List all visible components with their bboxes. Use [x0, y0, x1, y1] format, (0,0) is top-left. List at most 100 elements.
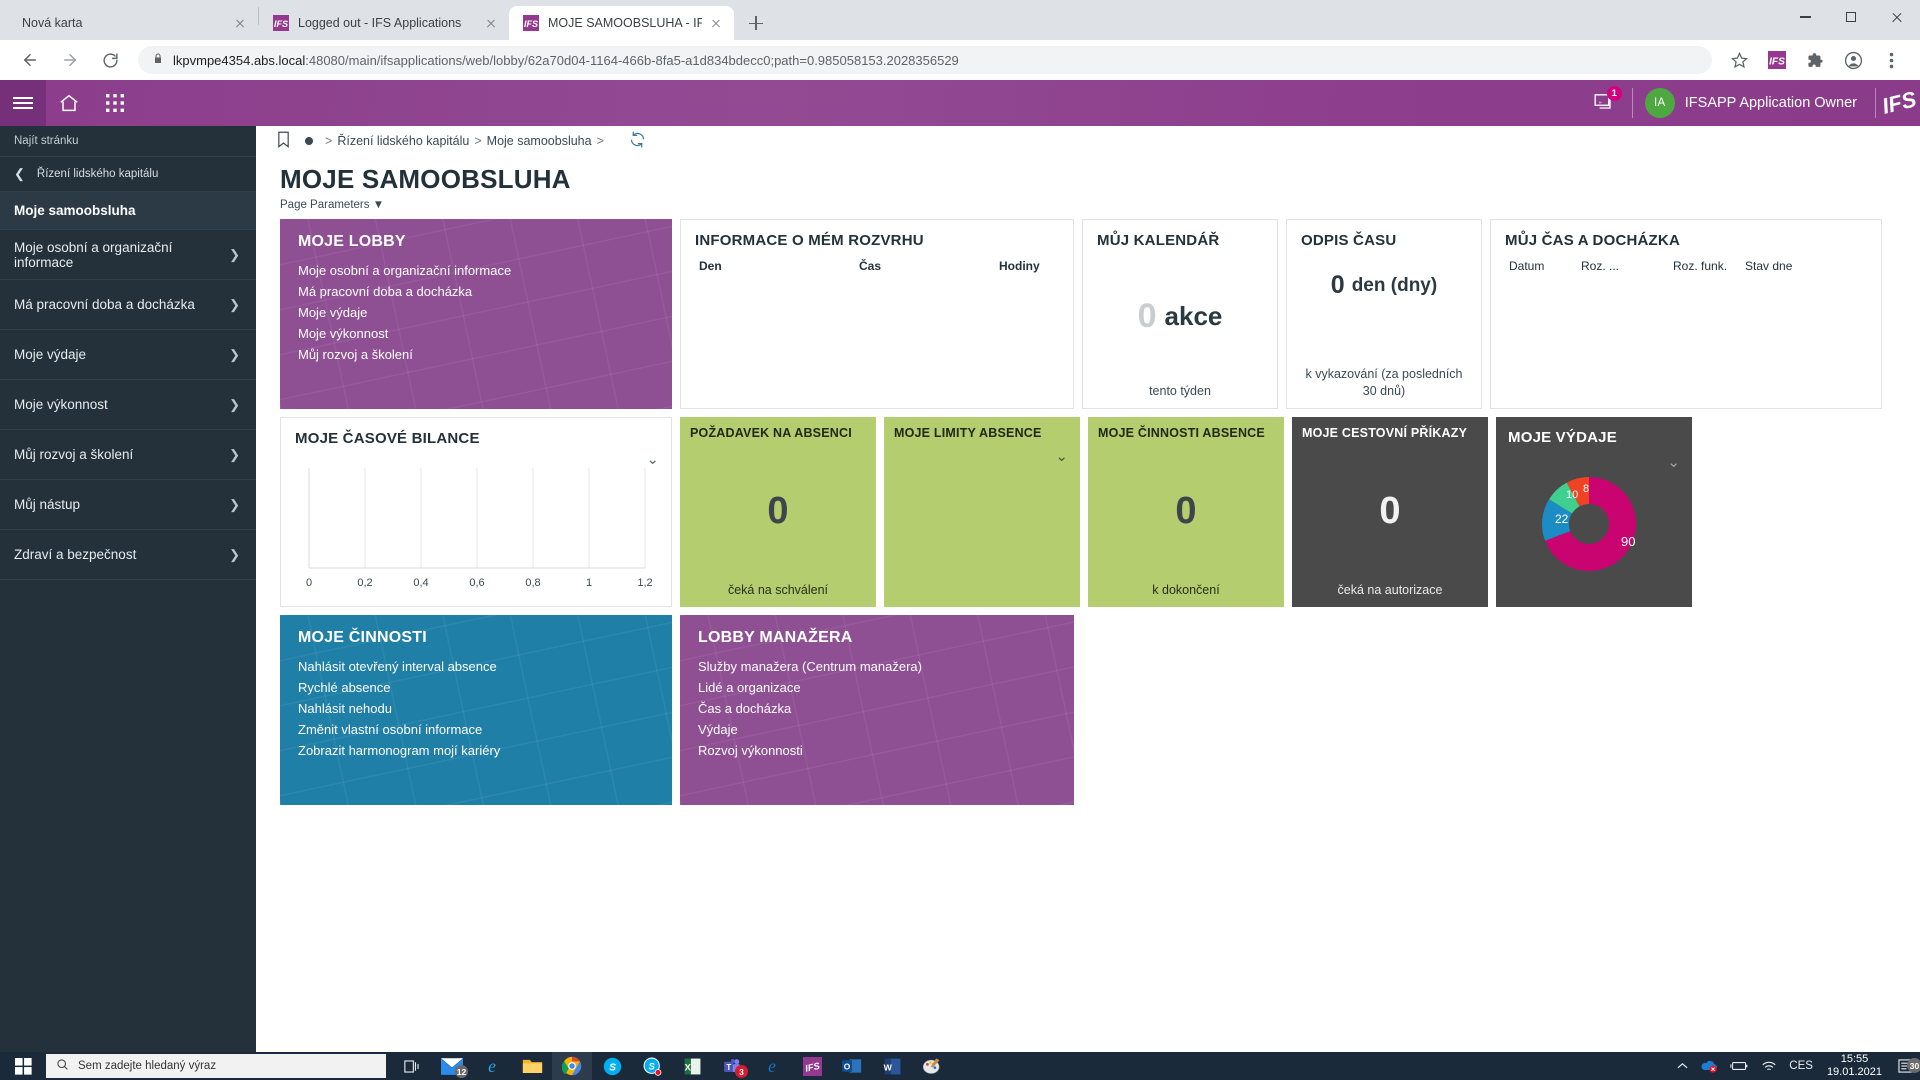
tile-moje-limity-absence[interactable]: MOJE LIMITY ABSENCE ⌄ [884, 417, 1080, 607]
action-center-icon[interactable]: 30 [1890, 1059, 1920, 1073]
manager-link-lide-organizace[interactable]: Lidé a organizace [698, 677, 1056, 698]
sidebar-item-zdravi-bezpecnost[interactable]: Zdraví a bezpečnost ❯ [0, 530, 256, 580]
browser-tab-3[interactable]: IFS MOJE SAMOOBSLUHA - IFS Appl [509, 6, 734, 40]
tile-casove-bilance[interactable]: MOJE ČASOVÉ BILANCE ⌄ [280, 417, 672, 607]
new-tab-button[interactable] [742, 9, 770, 37]
tile-odpis-casu[interactable]: ODPIS ČASU 0 den (dny) k vykazování (za … [1286, 219, 1482, 409]
task-view-icon[interactable] [392, 1059, 432, 1074]
chevron-down-icon[interactable]: ⌄ [1667, 453, 1680, 471]
chat-icon[interactable]: „ 1 [1582, 80, 1628, 126]
hamburger-menu-icon[interactable] [0, 80, 46, 126]
x-tick-6: 1,2 [637, 577, 652, 589]
show-hidden-icons[interactable] [1671, 1062, 1694, 1070]
close-icon[interactable] [1874, 0, 1920, 34]
sidebar-item-muj-nastup[interactable]: Můj nástup ❯ [0, 480, 256, 530]
sidebar-item-pracovni-doba[interactable]: Má pracovní doba a docházka ❯ [0, 280, 256, 330]
manager-link-sluzby-manazera[interactable]: Služby manažera (Centrum manažera) [698, 656, 1056, 677]
browser-tab-2[interactable]: IFS Logged out - IFS Applications [259, 6, 509, 40]
paint-icon[interactable] [912, 1052, 952, 1080]
sidebar-find-page[interactable]: Najít stránku [0, 126, 256, 157]
onedrive-icon[interactable] [1694, 1059, 1724, 1073]
app-grid-icon[interactable] [92, 80, 138, 126]
tile-moje-cinnosti-absence[interactable]: MOJE ČINNOSTI ABSENCE 0 k dokončení [1088, 417, 1284, 607]
wifi-icon[interactable] [1755, 1060, 1783, 1072]
activity-link-otevreny-interval[interactable]: Nahlásit otevřený interval absence [298, 656, 654, 677]
ifs-extension-icon[interactable]: IFS [1763, 46, 1791, 74]
minimize-icon[interactable] [1782, 0, 1828, 34]
activity-link-zmenit-osobni-informace[interactable]: Změnit vlastní osobní informace [298, 719, 654, 740]
manager-link-rozvoj-vykonnosti[interactable]: Rozvoj výkonnosti [698, 740, 1056, 761]
tile-moje-vydaje[interactable]: MOJE VÝDAJE ⌄ 90 [1496, 417, 1692, 607]
sidebar-back[interactable]: ❮ Řízení lidského kapitálu [0, 157, 256, 192]
star-icon[interactable] [1725, 46, 1753, 74]
tab-label: Logged out - IFS Applications [298, 16, 477, 30]
sidebar-item-moje-vydaje[interactable]: Moje výdaje ❯ [0, 330, 256, 380]
lobby-link-vydaje[interactable]: Moje výdaje [298, 302, 654, 323]
search-input[interactable]: Sem zadejte hledaný výraz [46, 1054, 386, 1078]
lobby-link-rozvoj-skoleni[interactable]: Můj rozvoj a školení [298, 344, 654, 365]
bookmark-icon[interactable] [276, 131, 291, 151]
skype-business-icon[interactable]: S [592, 1052, 632, 1080]
profile-icon[interactable] [1839, 46, 1867, 74]
tile-cas-a-dochazka[interactable]: MŮJ ČAS A DOCHÁZKA Datum Roz. ... Roz. f… [1490, 219, 1882, 409]
ifs-icon[interactable]: IFS [792, 1052, 832, 1080]
more-menu-icon[interactable] [1877, 46, 1905, 74]
manager-link-vydaje[interactable]: Výdaje [698, 719, 1056, 740]
close-icon[interactable] [232, 15, 248, 31]
reload-icon[interactable] [95, 45, 125, 75]
activity-link-nahlasit-nehodu[interactable]: Nahlásit nehodu [298, 698, 654, 719]
activity-link-rychle-absence[interactable]: Rychlé absence [298, 677, 654, 698]
language-indicator[interactable]: CES [1783, 1060, 1819, 1072]
breadcrumb-item-0[interactable]: Řízení lidského kapitálu [337, 134, 469, 148]
chevron-down-icon[interactable]: ⌄ [1055, 447, 1068, 465]
mail-icon[interactable]: 12 [432, 1052, 472, 1080]
x-tick-3: 0,6 [469, 577, 484, 589]
breadcrumb-item-1[interactable]: Moje samoobsluha [487, 134, 592, 148]
tile-moje-cestovni-prikazy[interactable]: MOJE CESTOVNÍ PŘÍKAZY 0 čeká na autoriza… [1292, 417, 1488, 607]
close-icon[interactable] [483, 15, 499, 31]
tile-moje-cinnosti[interactable]: MOJE ČINNOSTI Nahlásit otevřený interval… [280, 615, 672, 805]
maximize-icon[interactable] [1828, 0, 1874, 34]
excel-icon[interactable]: X [672, 1052, 712, 1080]
windows-start-icon[interactable] [0, 1052, 46, 1080]
lobby-link-osobni-informace[interactable]: Moje osobní a organizační informace [298, 260, 654, 281]
chevron-left-icon: ❮ [14, 166, 25, 182]
browser-tab-1[interactable]: Nová karta [8, 6, 258, 40]
sidebar-item-osobni-informace[interactable]: Moje osobní a organizační informace ❯ [0, 230, 256, 280]
teams-icon[interactable]: T 3 [712, 1052, 752, 1080]
forward-arrow-icon[interactable] [55, 45, 85, 75]
lobby-link-pracovni-doba[interactable]: Má pracovní doba a docházka [298, 281, 654, 302]
breadcrumb-root-dot[interactable] [305, 137, 313, 145]
refresh-icon[interactable] [629, 131, 646, 151]
outlook-icon[interactable]: O [832, 1052, 872, 1080]
internet-explorer-icon[interactable]: e [472, 1052, 512, 1080]
page-parameters-toggle[interactable]: Page Parameters ▼ [256, 195, 1920, 211]
tile-moje-lobby[interactable]: MOJE LOBBY Moje osobní a organizační inf… [280, 219, 672, 409]
file-explorer-icon[interactable] [512, 1052, 552, 1080]
kpi-footer: tento týden [1083, 384, 1277, 408]
edge-icon[interactable]: e [752, 1052, 792, 1080]
user-name[interactable]: IFSAPP Application Owner [1685, 95, 1857, 111]
tile-informace-o-rozvrhu[interactable]: INFORMACE O MÉM ROZVRHU Den Čas Hodiny [680, 219, 1074, 409]
battery-icon[interactable] [1724, 1060, 1755, 1072]
clock[interactable]: 15:55 19.01.2021 [1819, 1053, 1890, 1079]
word-icon[interactable]: W [872, 1052, 912, 1080]
tile-pozadavek-na-absenci[interactable]: POŽADAVEK NA ABSENCI 0 čeká na schválení [680, 417, 876, 607]
avatar[interactable]: IA [1645, 88, 1675, 118]
extensions-puzzle-icon[interactable] [1801, 46, 1829, 74]
manager-link-cas-dochazka[interactable]: Čas a docházka [698, 698, 1056, 719]
tile-muj-kalendar[interactable]: MŮJ KALENDÁŘ 0 akce tento týden [1082, 219, 1278, 409]
chrome-icon[interactable] [552, 1052, 592, 1080]
lobby-link-vykonnost[interactable]: Moje výkonnost [298, 323, 654, 344]
activity-link-harmonogram-kariery[interactable]: Zobrazit harmonogram mojí kariéry [298, 740, 654, 761]
back-arrow-icon[interactable] [15, 45, 45, 75]
tile-title: MOJE LIMITY ABSENCE [884, 417, 1080, 440]
sidebar-item-rozvoj-skoleni[interactable]: Můj rozvoj a školení ❯ [0, 430, 256, 480]
skype-icon[interactable]: S [632, 1052, 672, 1080]
close-icon[interactable] [708, 15, 724, 31]
home-icon[interactable] [46, 80, 92, 126]
address-bar[interactable]: lkpvmpe4354.abs.local:48080/main/ifsappl… [138, 46, 1712, 74]
tile-lobby-manazera[interactable]: LOBBY MANAŽERA Služby manažera (Centrum … [680, 615, 1074, 805]
windows-taskbar: Sem zadejte hledaný výraz 12 e S S X T 3 [0, 1052, 1920, 1080]
sidebar-item-moje-vykonnost[interactable]: Moje výkonnost ❯ [0, 380, 256, 430]
